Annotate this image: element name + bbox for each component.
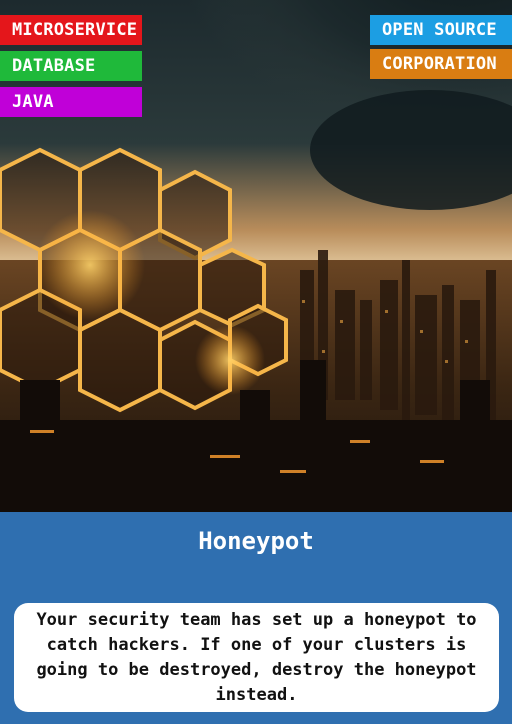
- tag-java: JAVA: [0, 87, 142, 117]
- tag-microservice: MICROSERVICE: [0, 15, 142, 45]
- game-card: MICROSERVICE DATABASE JAVA OPEN SOURCE C…: [0, 0, 512, 724]
- tag-open-source: OPEN SOURCE: [370, 15, 512, 45]
- card-description: Your security team has set up a honeypot…: [36, 609, 477, 705]
- tag-database: DATABASE: [0, 51, 142, 81]
- tag-corporation: CORPORATION: [370, 49, 512, 79]
- card-description-box: Your security team has set up a honeypot…: [14, 603, 499, 712]
- card-title: Honeypot: [198, 527, 314, 555]
